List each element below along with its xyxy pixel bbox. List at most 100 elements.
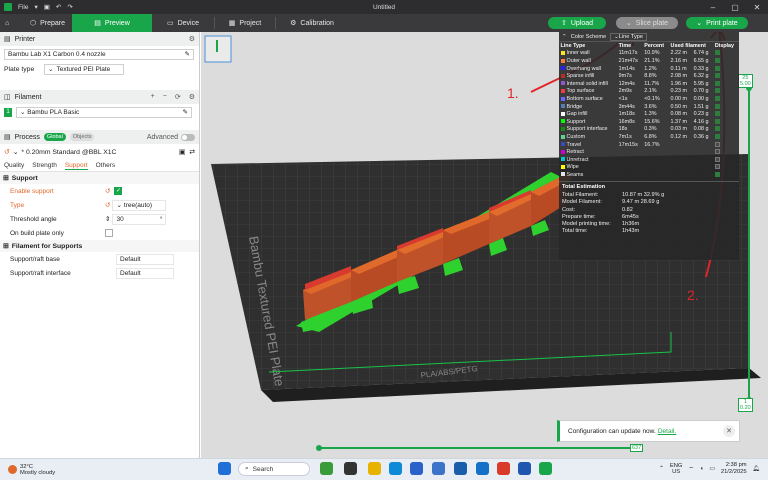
filament-select[interactable]: ⌄ Bambu PLA Basic ✎ [16,106,192,118]
save-icon[interactable]: ▣ [44,3,50,11]
display-checkbox[interactable] [714,96,720,102]
gear-icon[interactable]: ⚙ [189,93,195,101]
battery-icon[interactable]: ▭ [709,466,714,472]
display-checkbox[interactable] [714,65,720,71]
printer-select[interactable]: Bambu Lab X1 Carbon 0.4 nozzle ✎ [4,48,194,60]
display-checkbox[interactable] [714,141,720,147]
display-checkbox[interactable] [714,111,720,117]
global-toggle[interactable]: Global [43,133,66,141]
sync-icon[interactable]: ⟳ [175,93,181,101]
line-type-rows: Inner wall 11m17s 10.9% 2.22 m 6.74 g Outer w… [559,50,739,179]
undo-icon[interactable]: ↶ [56,3,61,11]
region-code[interactable]: US [670,469,683,475]
chevron-up-icon[interactable]: ⌃ [659,466,664,472]
display-checkbox[interactable] [714,164,720,170]
teams-icon[interactable] [432,462,445,475]
tab-project[interactable]: ▦ Project [215,14,275,32]
build-plate-only-checkbox[interactable] [105,229,113,237]
upload-button[interactable]: ⇧ Upload [548,17,606,29]
enable-support-checkbox[interactable]: ✓ [114,187,123,195]
close-button[interactable]: ✕ [746,0,768,14]
task-view-icon[interactable] [344,462,357,475]
edge-icon[interactable] [389,462,402,475]
line-type-time [617,156,643,164]
close-icon[interactable]: ✕ [723,425,735,437]
display-checkbox[interactable] [714,134,720,139]
app-icon[interactable] [476,462,489,475]
print-plate-button[interactable]: ⌄ Print plate [686,17,748,29]
support-type-select[interactable]: ⌄ tree(auto) [112,199,167,211]
line-type-percent: 10.9% [644,50,660,57]
reset-icon[interactable]: ↺ [105,187,110,195]
advanced-switch[interactable] [181,133,195,141]
process-preset[interactable]: * 0.20mm Standard @BBL X1C [21,149,116,156]
color-scheme-select[interactable]: ⌄ Line Type [610,32,647,41]
line-type-percent: 11.7% [644,80,660,87]
gear-icon[interactable]: ⚙ [189,35,195,43]
subtab-others[interactable]: Others [96,162,116,169]
reset-icon[interactable]: ↺ [4,148,10,156]
move-slider-start-handle[interactable] [316,445,322,451]
outlook-icon[interactable] [454,462,467,475]
threshold-angle-input[interactable]: 30 ° [112,213,167,225]
volume-icon[interactable]: ◖ [700,466,704,472]
maximize-button[interactable]: ▢ [724,0,746,14]
chevron-down-icon[interactable]: ⌄ [13,148,19,156]
tab-device[interactable]: ▭ Device [152,14,214,32]
game-app-icon[interactable] [320,462,333,475]
chrome-icon[interactable] [497,462,510,475]
line-type-row: Travel 17m15s 16.7% [559,141,739,149]
remove-icon[interactable]: − [163,93,167,101]
display-checkbox[interactable] [714,171,720,177]
collapse-icon[interactable]: ⌃ [562,34,567,40]
file-explorer-icon[interactable] [368,462,381,475]
tab-calibration[interactable]: ⚙ Calibration [276,14,348,32]
display-cell [713,141,739,149]
display-checkbox[interactable] [714,58,720,64]
display-checkbox[interactable] [714,88,720,94]
display-checkbox[interactable] [714,73,720,79]
display-checkbox[interactable] [714,126,720,132]
weather-widget[interactable]: 32°C Mostly cloudy [0,464,90,476]
notification-bell-icon[interactable]: 🔔︎ [753,466,760,472]
file-menu[interactable]: File [18,4,28,11]
subtab-quality[interactable]: Quality [4,162,24,169]
store-icon[interactable] [410,462,423,475]
system-tray: ⌃ ENG US ⌔ ◖ ▭ 2:38 pm 21/2/2025 🔔︎ [659,460,760,478]
taskbar-search[interactable]: ⌕ Search [238,462,310,476]
bambu-studio-icon[interactable] [539,462,552,475]
support-base-select[interactable]: Default [116,253,174,265]
plate-type-select[interactable]: ⌄ Textured PEI Plate [44,63,124,75]
notification-detail-link[interactable]: Detail. [658,428,676,435]
slice-plate-button[interactable]: ⌄ Slice plate [616,17,678,29]
display-checkbox[interactable] [714,118,720,124]
support-interface-select[interactable]: Default [116,267,174,279]
clock[interactable]: 2:38 pm 21/2/2025 [721,462,747,476]
subtab-strength[interactable]: Strength [32,162,57,169]
reset-icon[interactable]: ↺ [105,201,110,209]
edit-icon[interactable]: ✎ [183,108,188,116]
display-checkbox[interactable] [714,149,720,155]
display-checkbox[interactable] [714,50,720,56]
add-icon[interactable]: + [151,93,155,101]
display-checkbox[interactable] [714,156,720,162]
display-checkbox[interactable] [714,103,720,109]
color-swatch [560,119,565,124]
word-icon[interactable] [518,462,531,475]
minimize-button[interactable]: – [702,0,724,14]
stepper-icon[interactable]: ⇕ [105,215,110,223]
objects-toggle[interactable]: Objects [69,133,95,141]
tab-preview[interactable]: ▤ Preview [72,14,152,32]
compare-icon[interactable]: ⇄ [189,148,195,156]
save-icon[interactable]: ▣ [179,148,185,156]
edit-icon[interactable]: ✎ [185,50,190,58]
chevron-down-icon[interactable]: ▾ [34,3,37,11]
filament-slot-badge[interactable]: 1 [4,107,12,117]
wifi-icon[interactable]: ⌔ [688,466,693,473]
display-checkbox[interactable] [714,80,720,86]
redo-icon[interactable]: ↷ [67,3,72,11]
subtab-support[interactable]: Support [64,162,88,170]
home-tab[interactable]: ⌂ [0,14,20,32]
start-icon[interactable] [218,462,231,475]
tab-prepare[interactable]: ⬡ Prepare [20,14,72,32]
